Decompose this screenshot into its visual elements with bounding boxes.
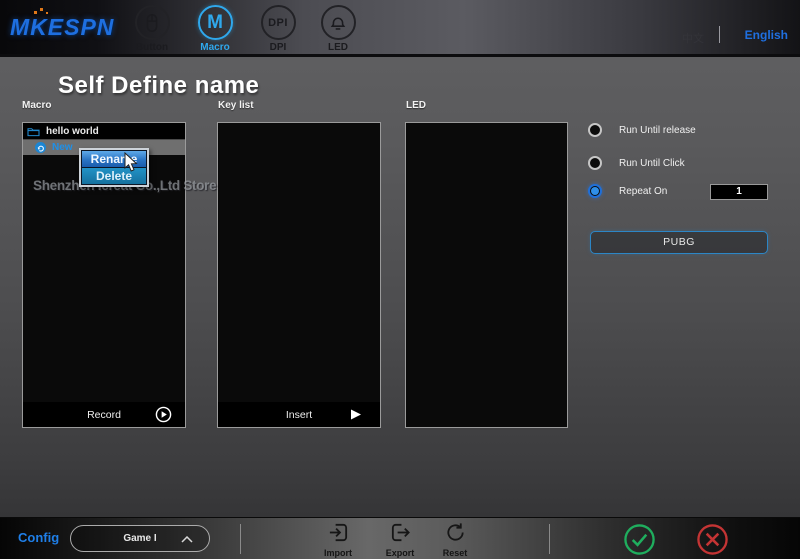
keylist-panel-label: Key list	[218, 100, 254, 111]
export-icon	[389, 521, 412, 544]
radio-circle	[588, 184, 602, 198]
import-label: Import	[309, 548, 367, 558]
brand-logo: MKESPN	[10, 14, 114, 41]
tab-led-label: LED	[306, 42, 370, 53]
export-label: Export	[371, 548, 429, 558]
key-list-panel: Insert	[217, 122, 381, 428]
radio-repeat-on[interactable]: Repeat On	[588, 184, 667, 198]
radio-label: Run Until Click	[619, 158, 685, 169]
dpi-icon: DPI	[261, 5, 296, 40]
top-bar: MKESPN Button M Macro DPI DPI LED	[0, 0, 800, 57]
led-panel	[405, 122, 568, 428]
macro-m-icon: M	[198, 5, 233, 40]
tab-button[interactable]: Button	[120, 5, 184, 53]
import-icon	[327, 521, 350, 544]
radio-run-until-release[interactable]: Run Until release	[588, 123, 696, 137]
insert-button[interactable]: Insert	[218, 402, 380, 427]
language-option-english[interactable]: English	[745, 28, 788, 42]
macro-panel-label: Macro	[22, 100, 51, 111]
tab-macro-label: Macro	[183, 42, 247, 53]
radio-circle	[588, 123, 602, 137]
macro-item-name: New	[52, 142, 73, 153]
mouse-icon	[135, 5, 170, 40]
insert-button-label: Insert	[286, 409, 312, 421]
logo-pixels-decoration	[34, 8, 54, 16]
macro-item-icon	[35, 142, 46, 153]
insert-arrow-icon	[350, 409, 362, 420]
export-button[interactable]: Export	[371, 521, 429, 558]
folder-icon	[27, 126, 40, 137]
mouse-cursor	[124, 152, 139, 173]
pubg-button[interactable]: PUBG	[590, 231, 768, 254]
reset-icon	[444, 521, 467, 544]
macro-folder-row[interactable]: hello world	[23, 123, 185, 140]
page-title: Self Define name	[58, 72, 259, 100]
tab-macro[interactable]: M Macro	[183, 5, 247, 53]
record-play-icon	[155, 406, 172, 423]
tab-led[interactable]: LED	[306, 5, 370, 53]
macro-folder-name: hello world	[46, 126, 99, 137]
record-button-label: Record	[87, 409, 121, 421]
tab-dpi-label: DPI	[246, 42, 310, 53]
tab-dpi[interactable]: DPI DPI	[246, 5, 310, 53]
radio-circle	[588, 156, 602, 170]
record-button[interactable]: Record	[23, 402, 185, 427]
apply-button[interactable]	[623, 523, 656, 556]
radio-label: Run Until release	[619, 125, 696, 136]
profile-dropdown[interactable]: Game I	[70, 525, 210, 552]
bottom-bar: Config Game I Import Export	[0, 517, 800, 559]
reset-label: Reset	[426, 548, 484, 558]
led-panel-label: LED	[406, 100, 426, 111]
repeat-count-input[interactable]: 1	[710, 184, 768, 200]
radio-run-until-click[interactable]: Run Until Click	[588, 156, 685, 170]
import-button[interactable]: Import	[309, 521, 367, 558]
radio-label: Repeat On	[619, 186, 667, 197]
language-divider	[719, 26, 720, 43]
chevron-up-icon	[181, 536, 193, 543]
footer-divider-left	[240, 524, 241, 554]
footer-divider-right	[549, 524, 550, 554]
reset-button[interactable]: Reset	[426, 521, 484, 558]
tab-button-label: Button	[120, 42, 184, 53]
led-lamp-icon	[321, 5, 356, 40]
mouse-config-window: MKESPN Button M Macro DPI DPI LED	[0, 0, 800, 559]
cancel-button[interactable]	[696, 523, 729, 556]
config-label: Config	[18, 530, 59, 545]
language-option-dim[interactable]: 中文	[682, 30, 704, 46]
